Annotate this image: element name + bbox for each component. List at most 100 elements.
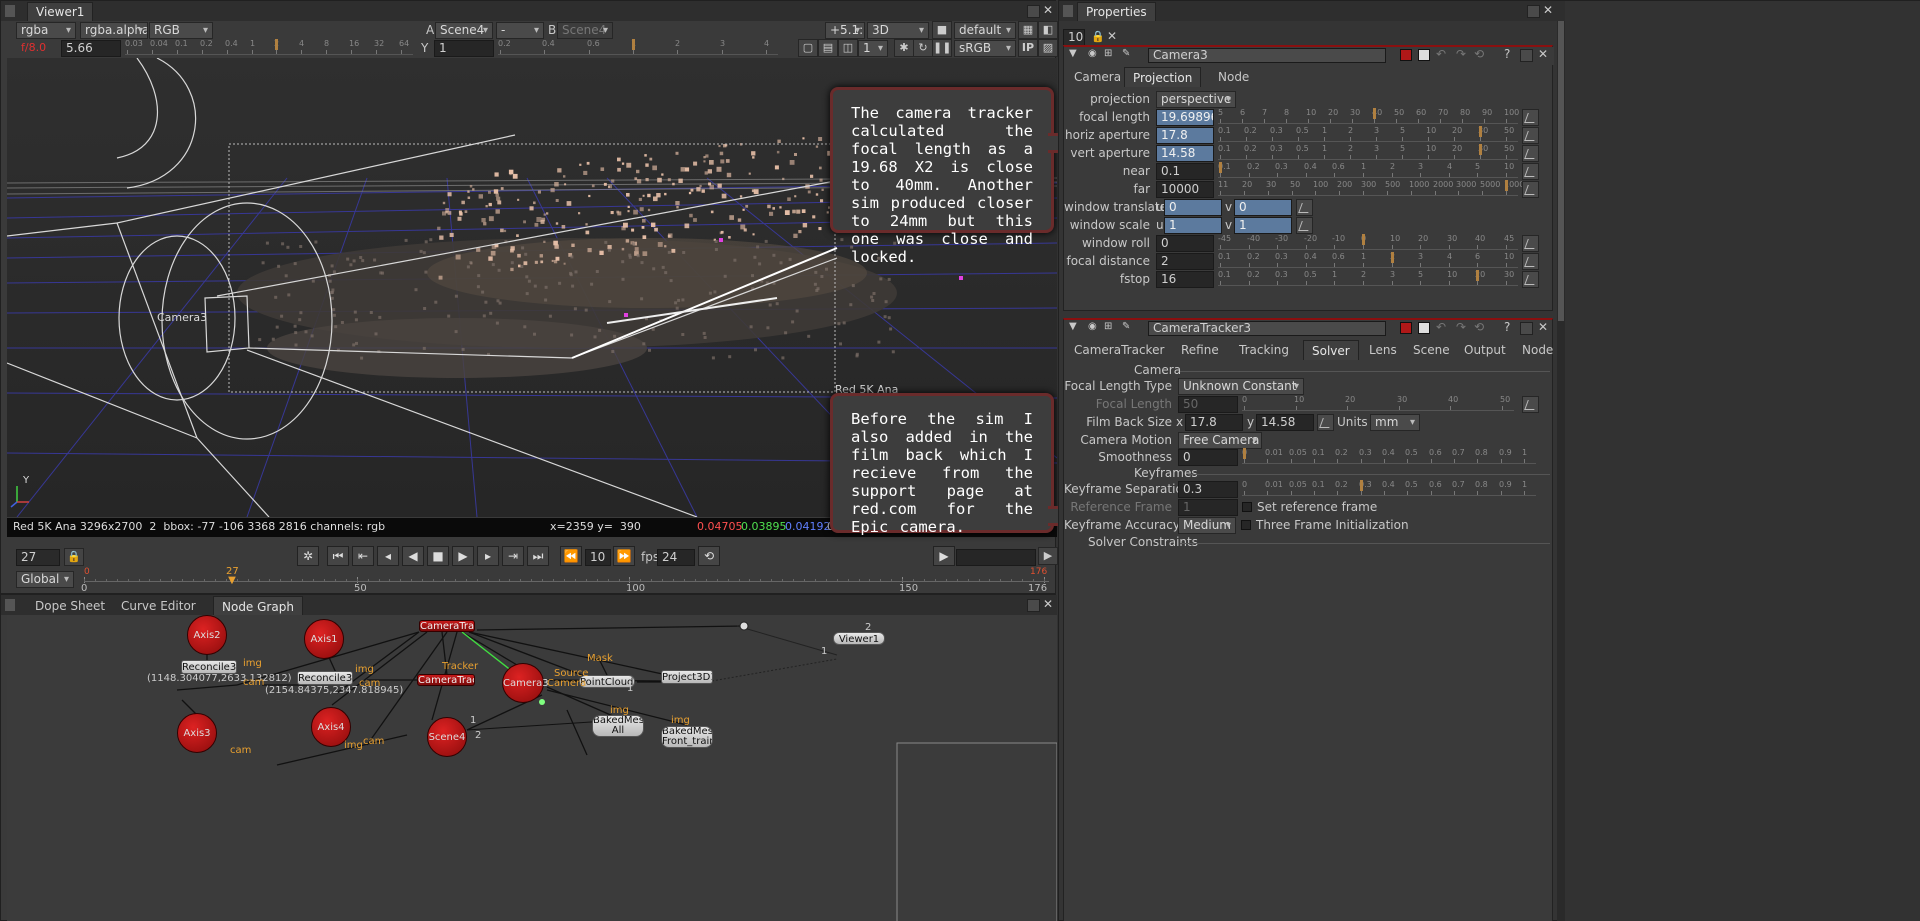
close-panel-icon-props[interactable]: ✕ [1543,3,1553,17]
gain-slider[interactable]: 0.030.040.10.20.41248163264 [125,38,413,55]
help-icon-ct[interactable]: ? [1504,320,1510,334]
slider-knob[interactable] [1373,108,1376,119]
three-frame-init-checkbox[interactable] [1241,520,1251,530]
wipe-icon[interactable]: ◧ [1038,21,1058,39]
vert-aperture-slider[interactable]: 0.1 0.2 0.3 0.5 1 2 3 5 10 20 30 50 [1218,143,1518,160]
frame-field[interactable]: 27 [16,549,60,566]
node-icon[interactable]: ⊞ [1104,48,1112,59]
ab-operation-dropdown[interactable]: - [496,22,544,39]
end-frame-marker[interactable]: 176 [1030,567,1047,577]
properties-scrollbar[interactable] [1557,21,1565,921]
set-reference-frame-checkbox[interactable] [1242,502,1252,512]
pause-icon[interactable]: ❚❚ [932,39,952,57]
tab-tracker-solver[interactable]: Solver [1303,340,1359,360]
horiz-aperture-field[interactable]: 17.8 [1156,127,1214,144]
float-panel-icon[interactable] [1027,5,1040,18]
fstop-curve-button[interactable] [1522,271,1539,288]
window-translate-u-field[interactable]: 0 [1164,199,1222,216]
tab-tracker-scene[interactable]: Scene [1405,340,1458,360]
window-roll-field[interactable]: 0 [1156,235,1214,252]
stop-button[interactable]: ■ [427,546,449,566]
undo-icon-ct[interactable]: ↶ [1436,320,1446,334]
horiz-aperture-curve-button[interactable] [1522,127,1539,144]
node-axis3[interactable]: Axis3 [177,713,217,753]
projection-dropdown[interactable]: perspective [1156,91,1236,108]
flipbook-field[interactable] [956,549,1036,566]
node-viewer1[interactable]: Viewer1 [833,632,885,645]
tab-tracker-refine[interactable]: Refine [1173,340,1227,360]
camera-tracker3-name-field[interactable]: CameraTracker3 [1148,321,1386,336]
window-roll-slider[interactable]: -45-40-30-20-1001020304045 [1218,233,1518,250]
play-forward-button[interactable]: ▶ [452,546,474,566]
close-node-icon[interactable]: ✕ [1538,47,1548,61]
play-backward-button[interactable]: ◀ [402,546,424,566]
panel-menu-icon-ng[interactable] [5,599,15,611]
tab-camera3-camera[interactable]: Camera [1066,67,1129,87]
refresh-icon[interactable]: ↻ [913,39,933,57]
keyframe-separation-field[interactable]: 0.3 [1178,481,1238,498]
eye-icon-ct[interactable]: ◉ [1088,321,1097,332]
node-baked-mesh2[interactable]: BakedMesh2All [592,715,644,737]
first-frame-button[interactable]: ⏮ [327,546,349,566]
panel-menu-icon[interactable] [5,5,15,17]
tile-color-icon[interactable] [1418,49,1430,61]
window-scale-u-field[interactable]: 1 [1164,217,1222,234]
smoothness-field[interactable]: 0 [1178,449,1238,466]
slider-knob[interactable] [1362,234,1365,245]
far-field[interactable]: 10000 [1156,181,1214,198]
fps-field[interactable]: 24 [657,549,695,566]
flipbook-button[interactable]: ▶ [933,546,955,566]
region-icon[interactable]: ▤ [818,39,838,57]
slider-knob[interactable] [1476,270,1479,281]
tab-tracker-tracking[interactable]: Tracking [1231,340,1297,360]
lut-dropdown[interactable]: sRGB [954,40,1016,57]
focal-length-curve-button[interactable] [1522,109,1539,126]
window-roll-curve-button[interactable] [1522,235,1539,252]
far-slider[interactable]: 11 20 30 50 100 200 300 500 1000 2000 3000 5000 1000… [1218,179,1529,196]
float-panel-icon-ng[interactable] [1027,599,1040,612]
proxy-dropdown[interactable]: 1 [858,40,888,57]
focal-length-slider[interactable]: 5 6 7 8 10 20 30 40 50 60 70 80 90 100 [1218,107,1519,124]
slider-knob[interactable] [1505,180,1508,191]
input-process-button[interactable]: IP [1018,39,1038,57]
tile-color-icon-ct[interactable] [1418,322,1430,334]
keyframe-accuracy-dropdown[interactable]: Medium [1178,517,1236,534]
view-mode-dropdown[interactable]: 3D [867,22,929,39]
window-scale-curve-button[interactable] [1296,217,1313,234]
node-camera-tracker3[interactable]: CameraTracker3 [419,620,475,632]
color-swatch-icon[interactable] [1400,49,1412,61]
node-scene4[interactable]: Scene4 [427,717,467,757]
properties-scroll-thumb[interactable] [1558,21,1564,321]
fstop-slider[interactable]: 0.1 0.2 0.3 0.5 1 2 3 5 10 20 30 [1218,269,1518,286]
view-preset-dropdown[interactable]: default [954,22,1016,39]
focal-length-curve-button[interactable] [1522,396,1539,413]
color-swatch-icon-ct[interactable] [1400,322,1412,334]
gain-field[interactable]: 5.66 [61,40,121,57]
node-reconcile3d-b[interactable]: Reconcile3D [297,671,353,685]
close-node-icon-ct[interactable]: ✕ [1538,320,1548,334]
focal-length-field[interactable]: 50 [1178,396,1238,413]
node-axis2[interactable]: Axis2 [187,615,227,655]
frame-step-field[interactable]: 10 [585,549,611,566]
gamma-field[interactable]: 1 [434,40,494,57]
lock-properties-icon[interactable]: 🔒 [1091,30,1105,43]
help-icon[interactable]: ? [1504,47,1510,61]
camera-icon[interactable]: ■ [932,21,952,39]
smoothness-slider[interactable]: 00.010.050.10.20.30.40.50.60.70.80.91 [1242,447,1536,464]
node-camera3[interactable]: Camera3 [502,663,549,703]
prev-keyframe-button[interactable]: ⇤ [352,546,374,566]
vert-aperture-curve-button[interactable] [1522,145,1539,162]
tab-camera3-projection[interactable]: Projection [1124,67,1202,87]
tab-node-graph[interactable]: Node Graph [213,596,303,616]
node-icon-ct[interactable]: ⊞ [1104,321,1112,332]
tab-properties[interactable]: Properties [1077,2,1156,21]
fstop-label[interactable]: f/8.0 [21,41,46,54]
zoom-dropdown[interactable]: +5.1: [825,22,865,39]
redo-icon[interactable]: ↷ [1456,47,1466,61]
input-a-dropdown[interactable]: Scene4 [435,22,493,39]
fstop-field[interactable]: 16 [1156,271,1214,288]
node-baked-mesh4[interactable]: BakedMesh4Front_train [661,726,713,748]
input-b-dropdown[interactable]: Scene4 [557,22,613,39]
tab-curve-editor[interactable]: Curve Editor [113,596,204,616]
focal-distance-slider[interactable]: 0.10.20.30.40.61234610 [1218,251,1518,268]
